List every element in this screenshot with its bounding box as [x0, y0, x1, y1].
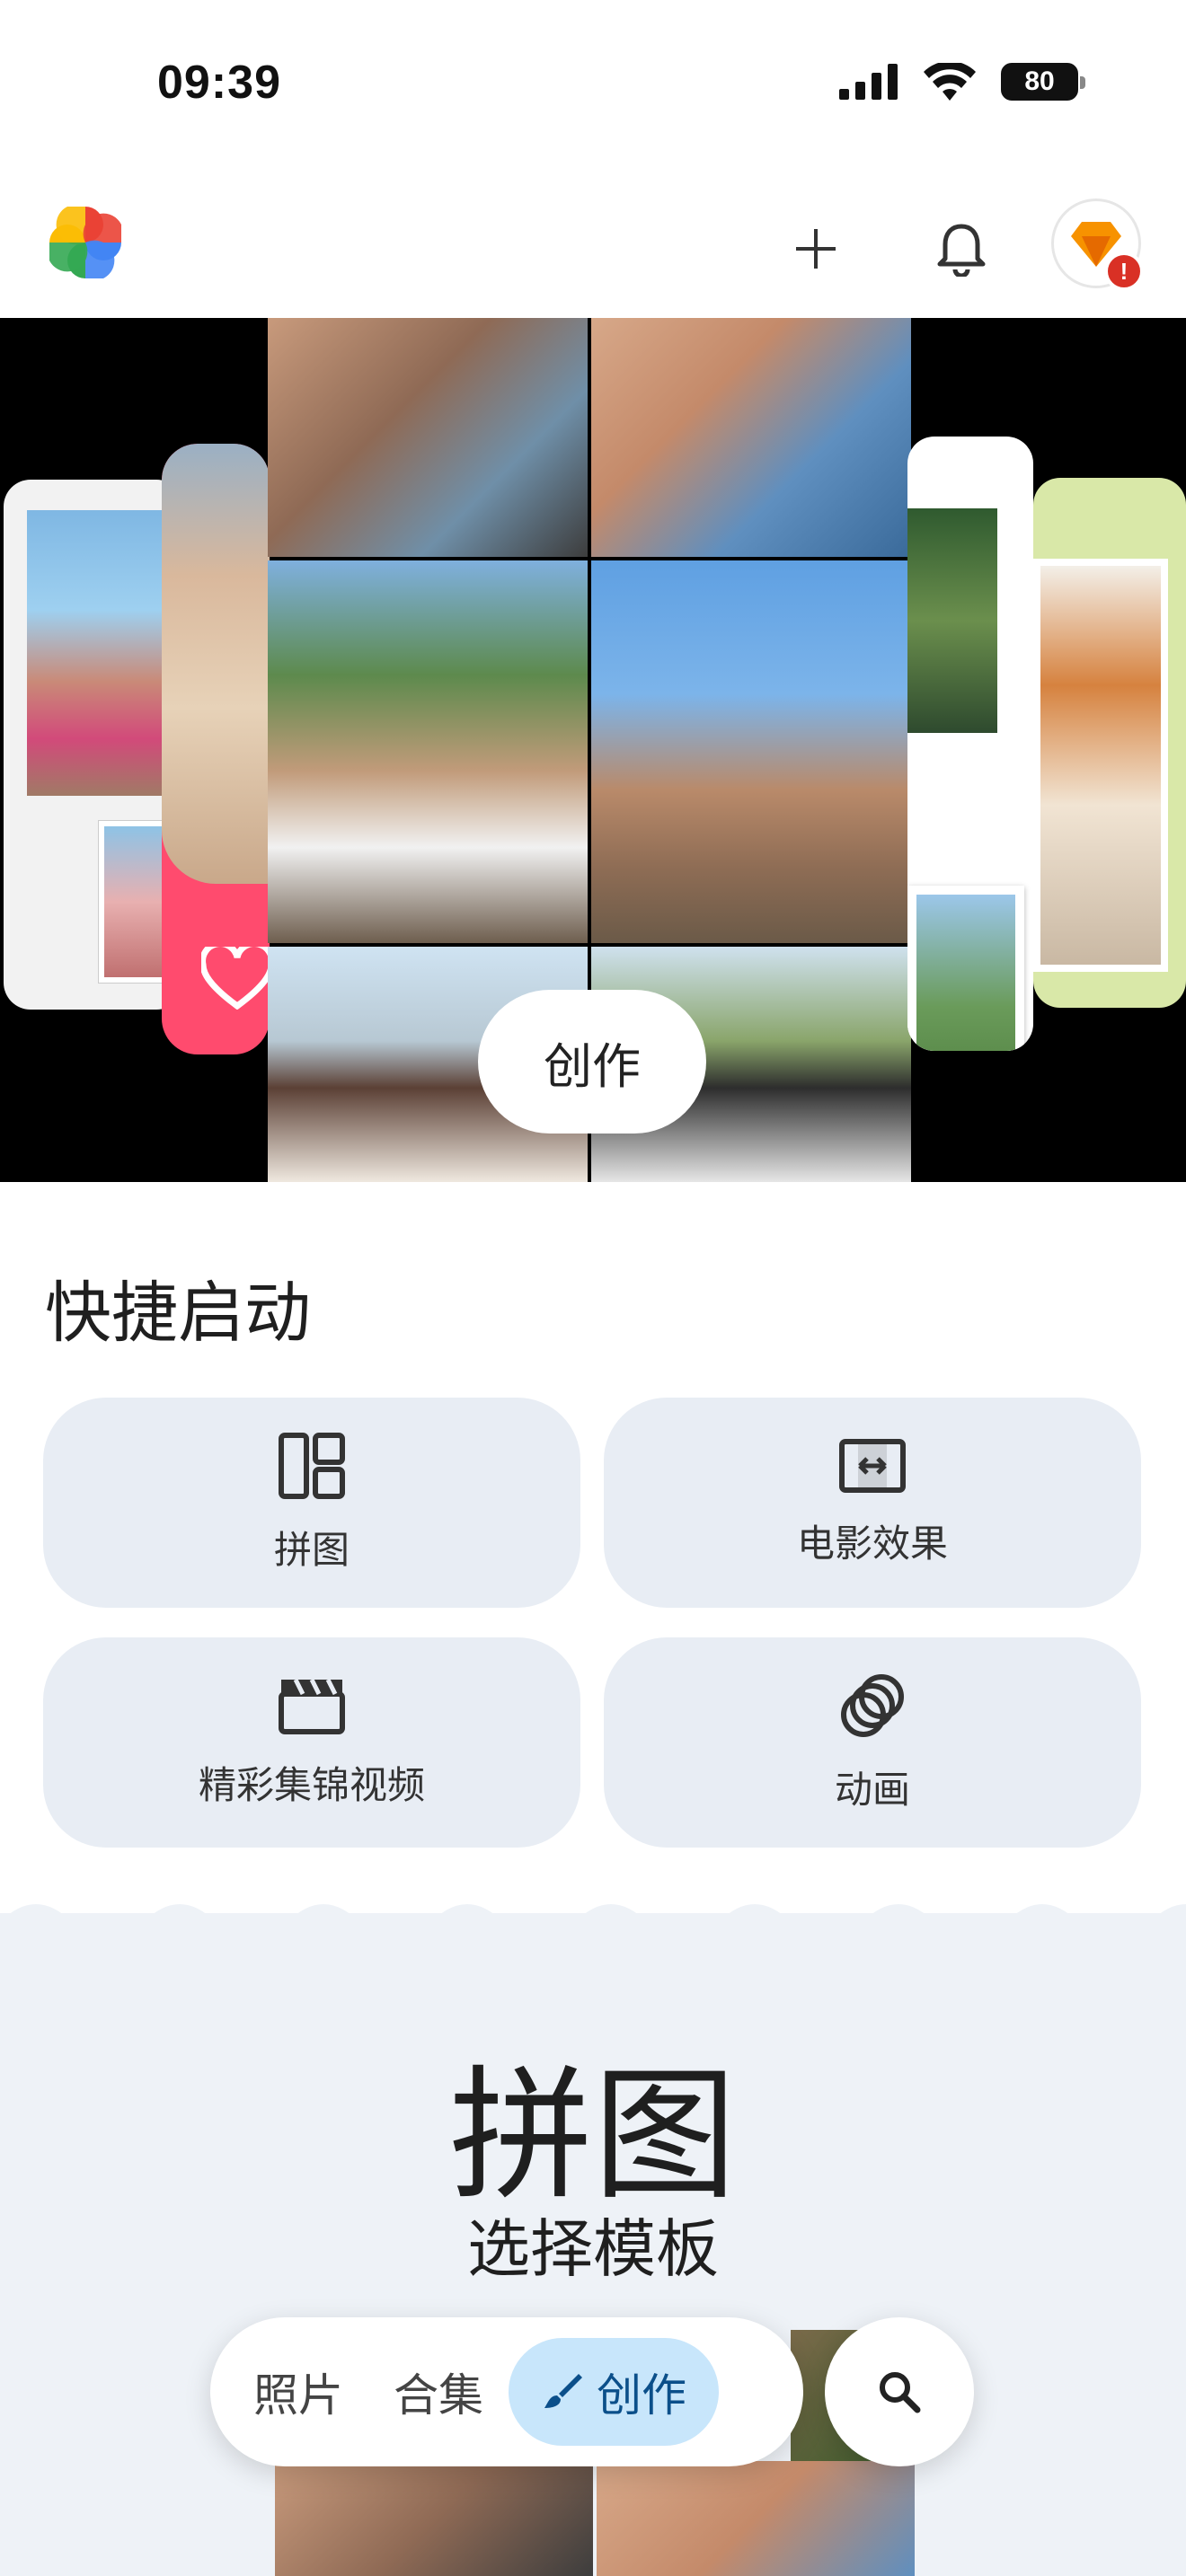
quick-collage-label: 拼图 [273, 1527, 350, 1572]
preview-photo-tile [597, 2461, 915, 2576]
search-icon [880, 2372, 921, 2413]
battery-level: 80 [1024, 66, 1055, 96]
photo-tile [591, 318, 911, 557]
hero-collage[interactable]: 创作 [0, 318, 1186, 1182]
quick-collage-button[interactable]: 拼图 [43, 1398, 580, 1608]
preview-photo-tile [275, 2461, 593, 2576]
photo-tile [268, 560, 588, 943]
status-icons: 80 [839, 63, 1085, 101]
wifi-icon [924, 63, 976, 101]
photo-tile [27, 510, 162, 796]
photo-tile [907, 508, 997, 733]
animation-icon [841, 1673, 904, 1737]
photo-tile [907, 886, 1024, 1051]
quick-highlight-video-label: 精彩集锦视频 [198, 1762, 425, 1807]
brush-icon [544, 2374, 582, 2408]
photo-tile [162, 444, 270, 884]
google-photos-logo[interactable] [45, 202, 126, 283]
status-time: 09:39 [157, 57, 281, 109]
create-button[interactable]: 创作 [478, 990, 706, 1134]
app-header: ! [0, 184, 1186, 319]
signal-icon [839, 64, 898, 100]
quick-highlight-video-button[interactable]: 精彩集锦视频 [43, 1637, 580, 1848]
left-film-card [4, 480, 183, 1010]
quick-cinematic-button[interactable]: 电影效果 [604, 1398, 1141, 1608]
photo-tile [591, 560, 911, 943]
quick-cinematic-label: 电影效果 [796, 1521, 948, 1566]
photo-tile [99, 821, 171, 983]
notifications-button[interactable] [925, 213, 997, 285]
add-button[interactable] [780, 213, 852, 285]
heart-icon [201, 947, 270, 1010]
add-icon [796, 229, 836, 269]
tab-collections[interactable]: 合集 [368, 2338, 509, 2446]
promo-title: 拼图 [448, 2051, 737, 2219]
tab-create-label: 创作 [597, 2369, 686, 2422]
cinematic-icon [839, 1438, 906, 1493]
right-white-card [907, 437, 1033, 1051]
status-bar: 09:39 80 [0, 0, 1186, 171]
battery-icon: 80 [1001, 63, 1085, 101]
left-pink-card [162, 444, 270, 1054]
bell-icon [937, 224, 986, 277]
tab-create[interactable]: 创作 [509, 2338, 719, 2446]
bottom-nav: 照片 合集 创作 [210, 2317, 803, 2466]
quick-start-title: 快捷启动 [45, 1275, 311, 1352]
collage-icon [279, 1432, 345, 1499]
photo-tile [268, 318, 588, 557]
search-button[interactable] [825, 2317, 974, 2466]
quick-animation-label: 动画 [834, 1767, 910, 1812]
avatar[interactable]: ! [1051, 198, 1144, 291]
promo-subtitle: 选择模板 [467, 2212, 719, 2286]
clapperboard-icon [279, 1678, 345, 1734]
photo-tile [1033, 559, 1168, 972]
alert-badge: ! [1104, 251, 1144, 291]
right-dog-card [1033, 478, 1186, 1008]
tab-photos[interactable]: 照片 [228, 2338, 368, 2446]
quick-animation-button[interactable]: 动画 [604, 1637, 1141, 1848]
